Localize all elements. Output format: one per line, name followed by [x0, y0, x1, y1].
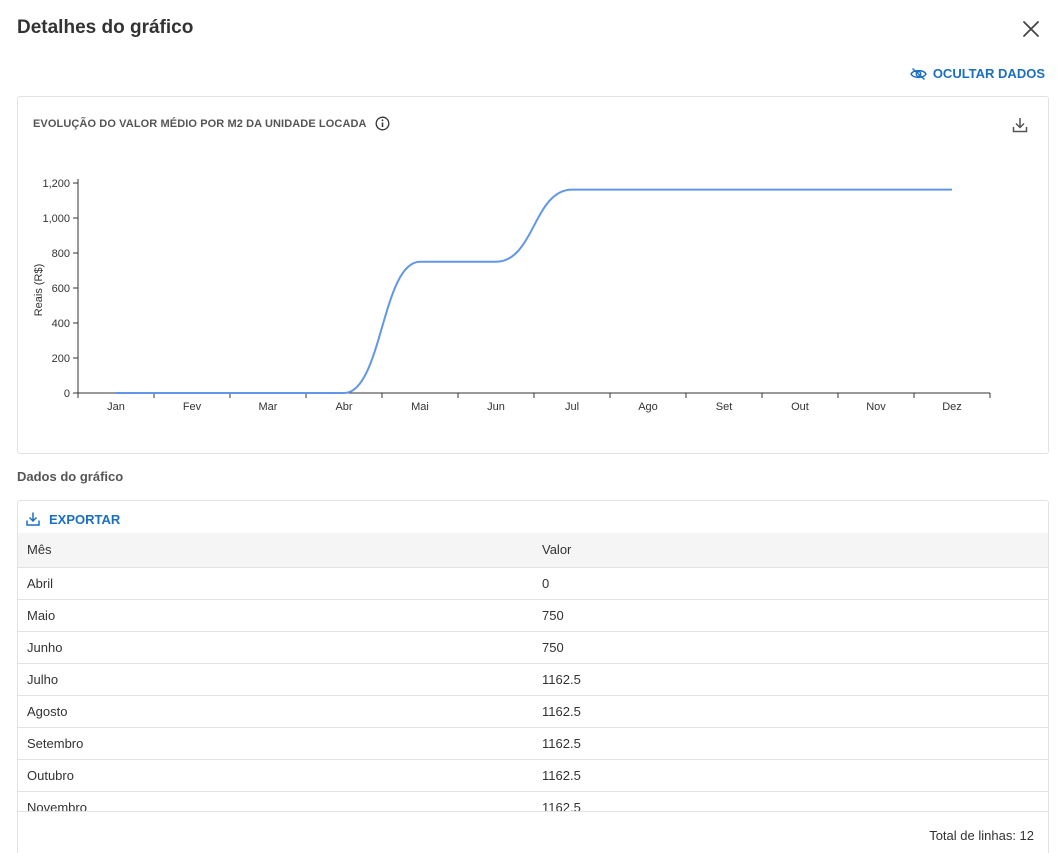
x-tick-label: Mai [411, 401, 429, 413]
table-row: Agosto 1162.5 [18, 695, 1048, 728]
cell-month: Novembro [18, 791, 533, 811]
cell-value: 750 [533, 631, 1048, 664]
close-button[interactable] [1018, 16, 1044, 42]
data-table: Mês Valor Abril 0 Maio 750 Junho 750 Julho 1… [18, 533, 1048, 811]
x-tick-label: Nov [866, 401, 886, 413]
table-row: Setembro 1162.5 [18, 727, 1048, 760]
x-tick-label: Jan [107, 401, 125, 413]
cell-month: Outubro [18, 759, 533, 792]
cell-month: Setembro [18, 727, 533, 760]
line-chart: 02004006008001,0001,200 Jan Fev Mar Abr Mai J… [33, 178, 991, 413]
y-tick-label: 600 [52, 283, 70, 295]
cell-value: 750 [533, 599, 1048, 632]
y-tick-label: 0 [64, 388, 70, 400]
y-tick-label: 200 [52, 353, 70, 365]
info-icon[interactable] [375, 116, 390, 131]
cell-value: 0 [533, 567, 1048, 600]
y-tick-label: 800 [52, 248, 70, 260]
cell-value: 1162.5 [533, 791, 1048, 811]
cell-value: 1162.5 [533, 727, 1048, 760]
table-header-row: Mês Valor [18, 533, 1048, 568]
export-button[interactable]: EXPORTAR [25, 511, 120, 527]
cell-value: 1162.5 [533, 759, 1048, 792]
x-tick-label: Mar [259, 401, 278, 413]
hide-data-button[interactable]: OCULTAR DADOS [910, 66, 1045, 81]
export-icon [26, 512, 40, 526]
cell-month: Junho [18, 631, 533, 664]
chart-card: 0 200 400 600 800 1,000 1,200 Jan Fev Mar Abr Mai J… [17, 96, 1049, 454]
column-header-month[interactable]: Mês [18, 533, 533, 568]
hide-data-label: OCULTAR DADOS [932, 66, 1045, 81]
total-rows-label: Total de linhas: 12 [929, 828, 1034, 843]
table-row: Junho 750 [18, 631, 1048, 664]
cell-month: Maio [18, 599, 533, 632]
column-header-value[interactable]: Valor [533, 533, 1048, 568]
y-tick-label: 1,000 [42, 213, 70, 225]
x-tick-label: Jun [487, 401, 505, 413]
table-row: Outubro 1162.5 [18, 759, 1048, 792]
data-table-card: EXPORTAR Mês Valor Abril 0 Maio 750 Junho 7… [17, 500, 1049, 853]
eye-off-icon [910, 67, 927, 80]
table-row: Julho 1162.5 [18, 663, 1048, 696]
table-footer: Total de linhas: 12 [18, 811, 1048, 853]
table-row: Novembro 1162.5 [18, 791, 1048, 811]
data-section-title: Dados do gráfico [17, 469, 124, 484]
y-tick-label: 400 [52, 318, 70, 330]
y-axis-label: Reais (R$) [33, 264, 45, 317]
x-tick-label: Jul [565, 401, 579, 413]
cell-value: 1162.5 [533, 663, 1048, 696]
dialog-title: Detalhes do gráfico [17, 17, 194, 38]
download-icon[interactable] [1011, 116, 1029, 134]
table-row: Maio 750 [18, 599, 1048, 632]
chart-title: EVOLUÇÃO DO VALOR MÉDIO POR M2 DA UNIDAD… [33, 117, 367, 130]
export-label: EXPORTAR [49, 511, 121, 527]
cell-month: Abril [18, 567, 533, 600]
y-tick-label: 1,200 [42, 178, 70, 190]
table-scroll-area[interactable]: Mês Valor Abril 0 Maio 750 Junho 750 Julho 1… [18, 533, 1048, 811]
y-axis: 0 200 400 600 800 1,000 1,200 [42, 178, 79, 400]
x-axis: Jan Fev Mar Abr Mai Jun Jul Ago Set Out Nov Dez [77, 392, 991, 413]
x-tick-label: Dez [942, 401, 962, 413]
series-line [116, 188, 952, 394]
x-tick-label: Abr [335, 401, 352, 413]
cell-month: Agosto [18, 695, 533, 728]
close-icon[interactable] [1018, 16, 1044, 42]
x-tick-label: Ago [638, 401, 658, 413]
cell-value: 1162.5 [533, 695, 1048, 728]
x-tick-label: Set [716, 401, 733, 413]
x-tick-label: Out [791, 401, 809, 413]
cell-month: Julho [18, 663, 533, 696]
x-tick-label: Fev [183, 401, 202, 413]
table-row: Abril 0 [18, 567, 1048, 600]
